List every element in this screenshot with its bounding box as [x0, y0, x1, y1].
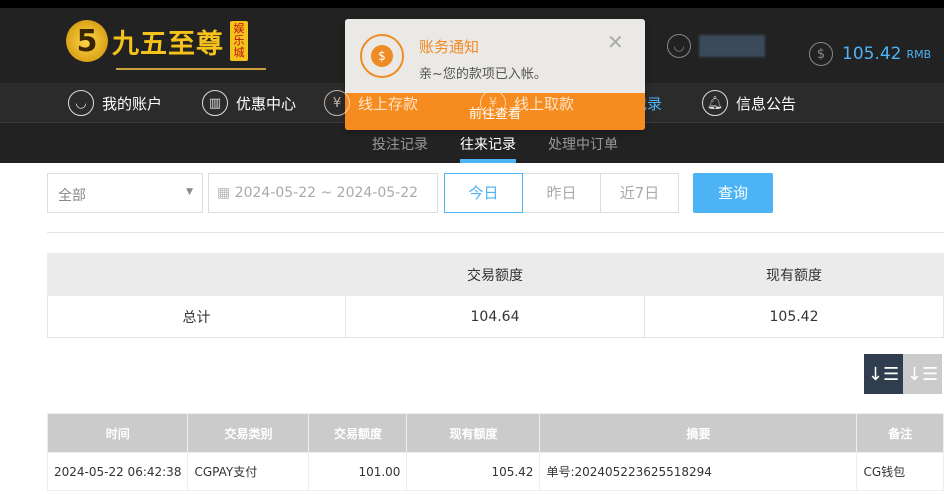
balance-amount: 105.42 — [842, 44, 902, 64]
column-header: 摘要 — [539, 413, 858, 453]
column-header: 现有额度 — [406, 413, 541, 453]
summary-header-cell: 交易额度 — [345, 253, 645, 296]
column-header: 交易类别 — [187, 413, 310, 453]
summary-header: 交易额度 现有额度 — [47, 253, 944, 296]
summary-cell: 105.42 — [644, 295, 944, 338]
summary-cell: 总计 — [47, 295, 346, 338]
calendar-icon: ▦ — [217, 185, 235, 201]
logo-ornament — [116, 68, 266, 70]
balance: $ 105.42 RMB — [809, 42, 931, 66]
column-header: 交易额度 — [308, 413, 408, 453]
date-range-value: 2024-05-22 ~ 2024-05-22 — [234, 185, 419, 201]
nav-promotions[interactable]: ▥ 优惠中心 — [202, 90, 296, 116]
divider — [47, 232, 944, 233]
type-select[interactable]: 全部 — [47, 173, 203, 213]
nav-label: 信息公告 — [736, 94, 797, 113]
sort-desc-icon[interactable]: ↓☰ — [864, 354, 903, 394]
dollar-icon: $ — [809, 42, 833, 66]
cell-time: 2024-05-22 06:42:38 — [46, 452, 189, 491]
close-icon[interactable]: ✕ — [607, 30, 624, 54]
table-header: 时间 交易类别 交易额度 现有额度 摘要 备注 — [46, 413, 944, 453]
summary-header-cell: 现有额度 — [644, 253, 944, 296]
records-table: 时间 交易类别 交易额度 现有额度 摘要 备注 2024-05-22 06:42… — [46, 413, 944, 491]
query-button[interactable]: 查询 — [693, 173, 773, 213]
cell-type: CGPAY支付 — [187, 452, 310, 491]
logo[interactable]: 5 九五至尊 娱乐城 — [66, 20, 266, 70]
sort-asc-icon[interactable]: ↓☰ — [903, 354, 942, 394]
summary-cell: 104.64 — [345, 295, 645, 338]
logo-badge: 娱乐城 — [230, 21, 248, 61]
summary-header-cell — [47, 253, 346, 296]
date-range-input[interactable]: ▦ 2024-05-22 ~ 2024-05-22 — [208, 173, 438, 213]
cell-amount: 101.00 — [308, 452, 408, 491]
column-header: 备注 — [856, 413, 944, 453]
summary-table: 交易额度 现有额度 总计 104.64 105.42 — [47, 253, 944, 338]
top-strip — [0, 0, 944, 8]
summary-row: 总计 104.64 105.42 — [47, 295, 944, 338]
nav-label: 我的账户 — [102, 94, 163, 113]
tab-bet-records[interactable]: 投注记录 — [372, 134, 428, 154]
popup-message: 亲~您的款项已入帐。 — [419, 67, 547, 82]
nav-my-account[interactable]: ◡ 我的账户 — [68, 90, 162, 116]
today-button[interactable]: 今日 — [444, 173, 523, 213]
username-blurred — [699, 35, 765, 57]
logo-text: 九五至尊 — [112, 28, 224, 60]
gift-icon: ▥ — [202, 90, 228, 116]
user-icon: ◡ — [68, 90, 94, 116]
cell-balance: 105.42 — [406, 452, 541, 491]
quick-range: 今日 昨日 近7日 — [444, 173, 679, 213]
tab-pending-orders[interactable]: 处理中订单 — [548, 134, 618, 154]
nav-label: 优惠中心 — [236, 94, 297, 113]
money-chat-icon: $ — [360, 34, 404, 78]
logo-mark: 5 — [66, 20, 108, 62]
user-icon: ◡ — [667, 34, 691, 58]
yesterday-button[interactable]: 昨日 — [522, 173, 601, 213]
cell-summary: 单号:202405223625518294 — [539, 452, 858, 491]
sort-toggle: ↓☰ ↓☰ — [864, 354, 942, 394]
popup-title: 账务通知 — [419, 38, 480, 56]
column-header: 时间 — [46, 413, 189, 453]
tab-transaction-records[interactable]: 往来记录 — [460, 134, 516, 163]
nav-announcements[interactable]: 🔔︎ 信息公告 — [702, 90, 796, 116]
last-7-days-button[interactable]: 近7日 — [600, 173, 679, 213]
table-row: 2024-05-22 06:42:38 CGPAY支付 101.00 105.4… — [46, 452, 944, 491]
user-info[interactable]: ◡ — [667, 34, 765, 58]
bell-icon: 🔔︎ — [702, 90, 728, 116]
cell-note: CG钱包 — [856, 452, 944, 491]
view-button-label[interactable]: 前往查看 — [345, 93, 645, 130]
balance-currency: RMB — [906, 47, 932, 61]
